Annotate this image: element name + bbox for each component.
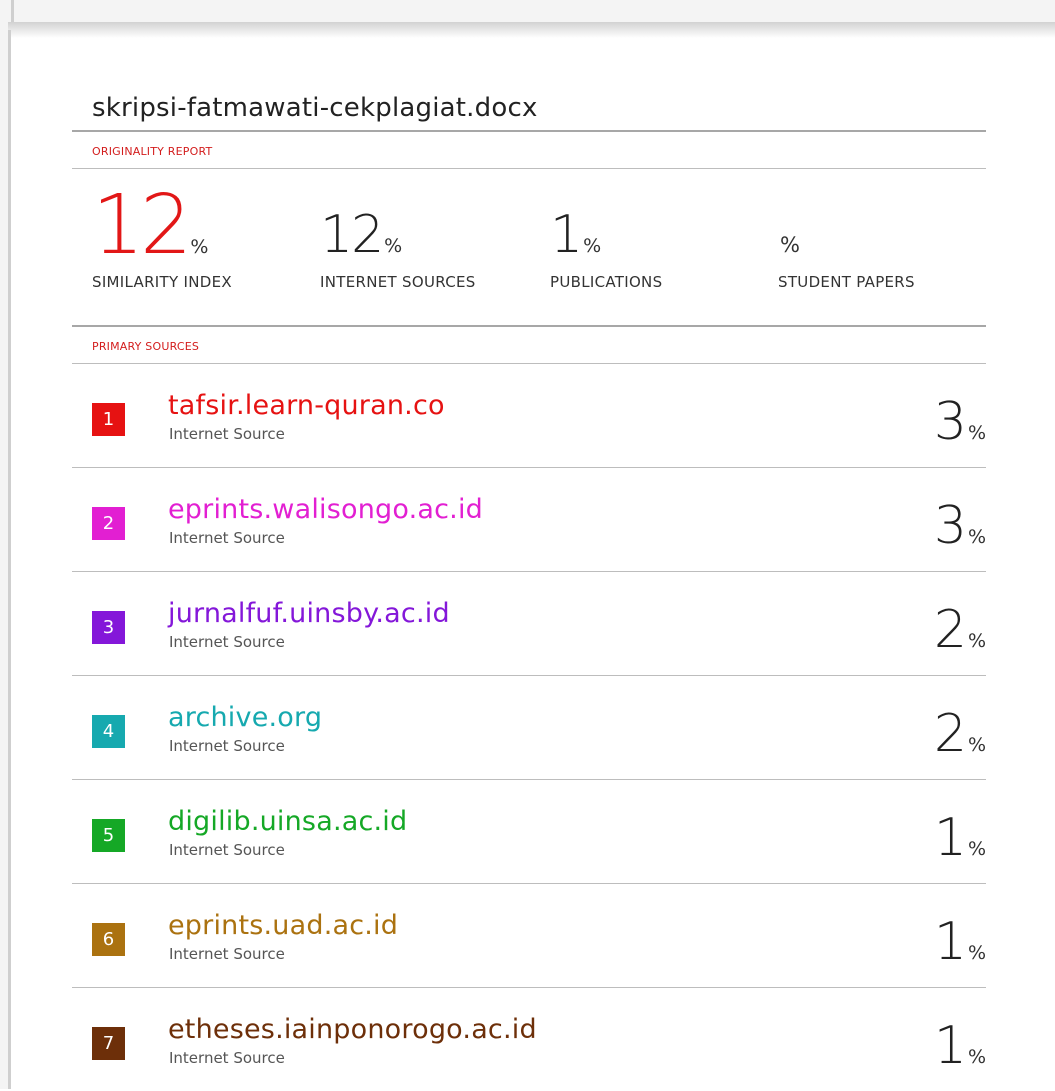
source-type-1: Internet Source	[169, 425, 285, 443]
originality-report-label: ORIGINALITY REPORT	[92, 145, 213, 158]
primary-sources-label: PRIMARY SOURCES	[92, 340, 200, 353]
publications-number: 1	[550, 205, 583, 265]
student-papers-value: %	[778, 209, 800, 261]
primary-sources-list: 1 tafsir.learn-quran.co Internet Source …	[72, 364, 986, 1091]
source-percent-sign-5: %	[967, 838, 986, 860]
source-row-7: 7 etheses.iainponorogo.ac.id Internet So…	[72, 988, 986, 1091]
source-name-1[interactable]: tafsir.learn-quran.co	[168, 390, 445, 421]
source-percent-number-1: 3	[933, 392, 967, 452]
source-percent-5: 1%	[934, 812, 986, 864]
source-percent-number-3: 2	[933, 600, 967, 660]
source-type-7: Internet Source	[169, 1049, 285, 1067]
source-type-3: Internet Source	[169, 633, 285, 651]
originality-report: skripsi-fatmawati-cekplagiat.docx ORIGIN…	[72, 88, 986, 1091]
source-percent-number-2: 3	[933, 496, 967, 556]
source-percent-number-6: 1	[933, 912, 967, 972]
source-percent-number-7: 1	[933, 1016, 967, 1076]
source-percent-6: 1%	[934, 916, 986, 968]
source-name-4[interactable]: archive.org	[168, 702, 322, 733]
internet-sources-value: 12%	[320, 209, 402, 261]
source-rank-badge-7: 7	[92, 1027, 125, 1060]
publications-value: 1%	[550, 209, 601, 261]
source-name-2[interactable]: eprints.walisongo.ac.id	[168, 494, 483, 525]
publications-percent-sign: %	[583, 235, 602, 257]
source-row-4: 4 archive.org Internet Source 2%	[72, 676, 986, 780]
page-top-border	[11, 0, 14, 22]
student-papers-label: STUDENT PAPERS	[778, 273, 915, 291]
source-name-5[interactable]: digilib.uinsa.ac.id	[168, 806, 407, 837]
source-percent-number-5: 1	[933, 808, 967, 868]
source-type-6: Internet Source	[169, 945, 285, 963]
similarity-index-number: 12	[92, 178, 192, 273]
source-row-5: 5 digilib.uinsa.ac.id Internet Source 1%	[72, 780, 986, 884]
source-row-6: 6 eprints.uad.ac.id Internet Source 1%	[72, 884, 986, 988]
source-percent-sign-4: %	[967, 734, 986, 756]
similarity-index-label: SIMILARITY INDEX	[92, 273, 232, 291]
source-percent-4: 2%	[934, 708, 986, 760]
source-percent-1: 3%	[934, 396, 986, 448]
source-percent-7: 1%	[934, 1020, 986, 1072]
source-type-5: Internet Source	[169, 841, 285, 859]
document-title: skripsi-fatmawati-cekplagiat.docx	[92, 93, 538, 123]
similarity-index-value: 12%	[92, 185, 208, 267]
source-row-3: 3 jurnalfuf.uinsby.ac.id Internet Source…	[72, 572, 986, 676]
source-rank-badge-1: 1	[92, 403, 125, 436]
source-percent-3: 2%	[934, 604, 986, 656]
page-left-border	[8, 30, 11, 1089]
internet-sources-label: INTERNET SOURCES	[320, 273, 476, 291]
similarity-index-percent-sign: %	[190, 236, 209, 258]
source-name-7[interactable]: etheses.iainponorogo.ac.id	[168, 1014, 537, 1045]
internet-sources-number: 12	[320, 205, 384, 265]
source-percent-sign-7: %	[967, 1046, 986, 1068]
source-row-1: 1 tafsir.learn-quran.co Internet Source …	[72, 364, 986, 468]
source-percent-sign-2: %	[967, 526, 986, 548]
internet-sources-percent-sign: %	[384, 235, 403, 257]
source-name-3[interactable]: jurnalfuf.uinsby.ac.id	[168, 598, 450, 629]
source-percent-sign-3: %	[967, 630, 986, 652]
source-percent-sign-6: %	[967, 942, 986, 964]
source-row-2: 2 eprints.walisongo.ac.id Internet Sourc…	[72, 468, 986, 572]
source-rank-badge-4: 4	[92, 715, 125, 748]
source-name-6[interactable]: eprints.uad.ac.id	[168, 910, 398, 941]
source-rank-badge-6: 6	[92, 923, 125, 956]
source-type-4: Internet Source	[169, 737, 285, 755]
viewer-left-bar	[0, 0, 8, 1089]
viewer-top-bar	[0, 0, 1055, 22]
source-rank-badge-5: 5	[92, 819, 125, 852]
similarity-stats: 12% SIMILARITY INDEX 12% INTERNET SOURCE…	[72, 169, 986, 325]
viewer-top-shadow	[0, 22, 1055, 38]
source-percent-sign-1: %	[967, 422, 986, 444]
source-percent-2: 3%	[934, 500, 986, 552]
source-rank-badge-2: 2	[92, 507, 125, 540]
student-papers-percent-sign: %	[780, 233, 800, 257]
source-rank-badge-3: 3	[92, 611, 125, 644]
source-percent-number-4: 2	[933, 704, 967, 764]
source-type-2: Internet Source	[169, 529, 285, 547]
publications-label: PUBLICATIONS	[550, 273, 663, 291]
